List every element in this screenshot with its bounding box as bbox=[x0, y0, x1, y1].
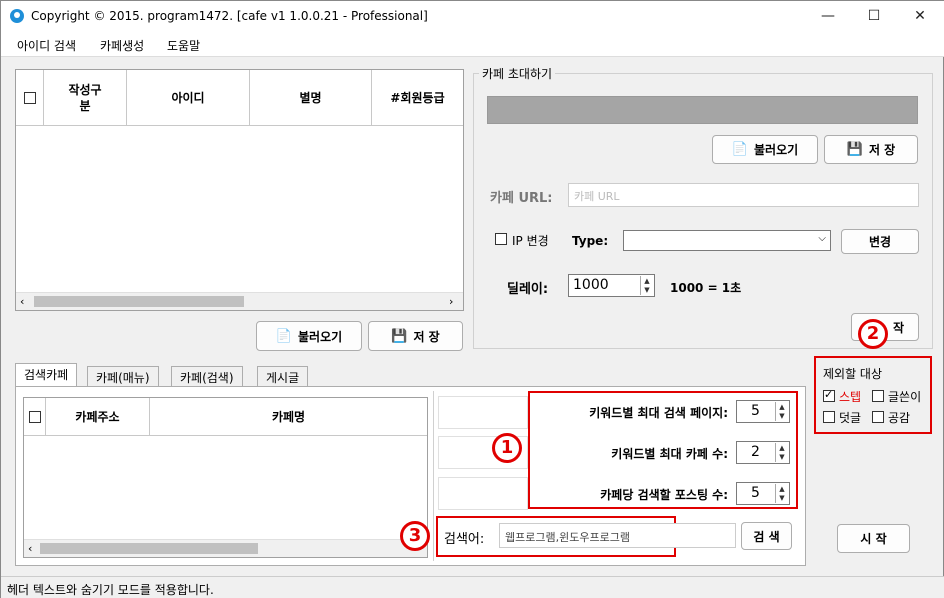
spin-down-icon[interactable]: ▼ bbox=[775, 492, 788, 503]
member-grid-hscroll[interactable]: ‹ › bbox=[16, 292, 463, 310]
window-title: Copyright © 2015. program1472. [cafe v1 … bbox=[31, 9, 428, 23]
invite-load-label: 불러오기 bbox=[754, 143, 799, 157]
annotation-3: 3 bbox=[400, 521, 430, 551]
menu-cafe-create[interactable]: 카페생성 bbox=[100, 37, 144, 54]
cafe-url-input[interactable]: 카페 URL bbox=[568, 183, 919, 207]
exclude-staff-label: 스텝 bbox=[839, 390, 862, 404]
col-nickname[interactable]: 별명 bbox=[250, 70, 372, 125]
col-cafe-address[interactable]: 카페주소 bbox=[46, 398, 150, 435]
placeholder-field-1 bbox=[438, 396, 528, 429]
search-input[interactable]: 웹프로그램,윈도우프로그램 bbox=[499, 523, 736, 548]
select-all-cell bbox=[16, 70, 44, 125]
ip-change-label: IP 변경 bbox=[512, 234, 549, 248]
max-pages-spinner[interactable]: 5 ▲ ▼ bbox=[736, 400, 790, 423]
max-pages-label: 키워드별 최대 검색 페이지: bbox=[589, 406, 728, 420]
tab-posts[interactable]: 게시글 bbox=[257, 366, 309, 386]
title-bar: Copyright © 2015. program1472. [cafe v1 … bbox=[1, 1, 944, 33]
cafe-url-placeholder: 카페 URL bbox=[574, 190, 620, 203]
col-author-type[interactable]: 작성구 분 bbox=[44, 70, 127, 125]
cafe-grid-header: 카페주소 카페명 bbox=[24, 398, 427, 436]
invite-display-bar bbox=[487, 96, 918, 124]
file-icon: 📄 bbox=[731, 142, 748, 157]
change-button[interactable]: 변경 bbox=[841, 229, 919, 254]
posts-spinner[interactable]: 5 ▲ ▼ bbox=[736, 482, 790, 505]
annotation-1: 1 bbox=[492, 433, 522, 463]
scroll-thumb[interactable] bbox=[40, 543, 258, 554]
delay-spinner[interactable]: 1000 ▲ ▼ bbox=[568, 274, 655, 297]
maximize-button[interactable]: ☐ bbox=[851, 1, 897, 33]
select-all-checkbox[interactable] bbox=[23, 91, 36, 104]
member-grid-header: 작성구 분 아이디 별명 #회원등급 bbox=[16, 70, 463, 126]
search-label: 검색어: bbox=[444, 532, 485, 547]
placeholder-field-3 bbox=[438, 477, 528, 510]
menu-help[interactable]: 도움말 bbox=[167, 37, 200, 54]
app-icon bbox=[10, 9, 24, 23]
exclude-like-checkbox[interactable] bbox=[872, 411, 884, 426]
start-button[interactable]: 시 작 bbox=[837, 524, 910, 553]
col-id[interactable]: 아이디 bbox=[127, 70, 250, 125]
cafe-url-label: 카페 URL: bbox=[490, 191, 553, 206]
annotation-2: 2 bbox=[858, 319, 888, 349]
save-icon: 💾 bbox=[391, 328, 408, 344]
col-member-grade[interactable]: #회원등급 bbox=[372, 70, 463, 125]
save-button[interactable]: 💾 저 장 bbox=[368, 321, 463, 351]
exclude-like-label: 공감 bbox=[888, 411, 911, 425]
exclude-author-checkbox[interactable] bbox=[872, 390, 884, 405]
max-pages-value: 5 bbox=[751, 403, 760, 419]
file-icon: 📄 bbox=[275, 328, 292, 344]
cafe-grid[interactable]: 카페주소 카페명 ‹ bbox=[23, 397, 428, 558]
cafe-select-all-checkbox[interactable] bbox=[28, 410, 41, 423]
max-cafes-label: 키워드별 최대 카페 수: bbox=[611, 447, 728, 461]
divider bbox=[433, 391, 434, 561]
posts-value: 5 bbox=[751, 485, 760, 501]
exclude-title: 제외할 대상 bbox=[823, 367, 883, 381]
posts-label: 카페당 검색할 포스팅 수: bbox=[600, 488, 728, 502]
save-button-label: 저 장 bbox=[413, 329, 440, 344]
menu-bar: 아이디 검색 카페생성 도움말 bbox=[1, 33, 944, 57]
save-icon: 💾 bbox=[846, 142, 863, 157]
close-button[interactable]: ✕ bbox=[897, 1, 943, 33]
spin-down-icon[interactable]: ▼ bbox=[775, 410, 788, 421]
load-button-label: 불러오기 bbox=[298, 329, 343, 344]
exclude-comment-label: 덧글 bbox=[839, 411, 862, 425]
scroll-left-icon[interactable]: ‹ bbox=[28, 542, 32, 555]
exclude-staff-checkbox[interactable] bbox=[823, 388, 835, 405]
invite-group-title: 카페 초대하기 bbox=[479, 65, 556, 82]
exclude-comment-checkbox[interactable] bbox=[823, 411, 835, 426]
cafe-grid-hscroll[interactable]: ‹ bbox=[24, 539, 427, 557]
status-text: 헤더 텍스트와 숨기기 모드를 적용합니다. bbox=[7, 583, 214, 597]
minimize-button[interactable]: — bbox=[805, 1, 851, 33]
type-label: Type: bbox=[572, 234, 609, 248]
delay-label: 딜레이: bbox=[507, 282, 549, 297]
invite-save-label: 저 장 bbox=[868, 143, 896, 157]
col-cafe-name[interactable]: 카페명 bbox=[150, 398, 427, 435]
ip-change-checkbox[interactable] bbox=[495, 233, 507, 248]
delay-value: 1000 bbox=[573, 277, 609, 293]
tab-cafe-menu[interactable]: 카페(매뉴) bbox=[87, 366, 159, 386]
search-button[interactable]: 검 색 bbox=[741, 522, 792, 550]
type-select[interactable]: ⌵ bbox=[623, 230, 831, 251]
scroll-right-icon[interactable]: › bbox=[449, 295, 453, 308]
search-input-value: 웹프로그램,윈도우프로그램 bbox=[505, 531, 630, 544]
tab-search-cafe[interactable]: 검색카페 bbox=[15, 363, 78, 387]
invite-load-button[interactable]: 📄 불러오기 bbox=[712, 135, 818, 164]
menu-id-search[interactable]: 아이디 검색 bbox=[17, 37, 76, 54]
max-cafes-value: 2 bbox=[751, 444, 760, 460]
app-window: Copyright © 2015. program1472. [cafe v1 … bbox=[0, 0, 944, 598]
scroll-thumb[interactable] bbox=[34, 296, 244, 307]
max-cafes-spinner[interactable]: 2 ▲ ▼ bbox=[736, 441, 790, 464]
spin-down-icon[interactable]: ▼ bbox=[775, 451, 788, 462]
chevron-down-icon: ⌵ bbox=[818, 233, 826, 244]
exclude-author-label: 글쓴이 bbox=[888, 390, 922, 404]
scroll-left-icon[interactable]: ‹ bbox=[20, 295, 24, 308]
status-bar: 헤더 텍스트와 숨기기 모드를 적용합니다. bbox=[1, 576, 944, 598]
member-grid[interactable]: 작성구 분 아이디 별명 #회원등급 ‹ › bbox=[15, 69, 464, 311]
load-button[interactable]: 📄 불러오기 bbox=[256, 321, 362, 351]
invite-save-button[interactable]: 💾 저 장 bbox=[824, 135, 918, 164]
cafe-select-all-cell bbox=[24, 398, 46, 435]
delay-note: 1000 = 1초 bbox=[670, 281, 742, 295]
tab-cafe-search[interactable]: 카페(검색) bbox=[171, 366, 243, 386]
spin-down-icon[interactable]: ▼ bbox=[640, 284, 653, 295]
